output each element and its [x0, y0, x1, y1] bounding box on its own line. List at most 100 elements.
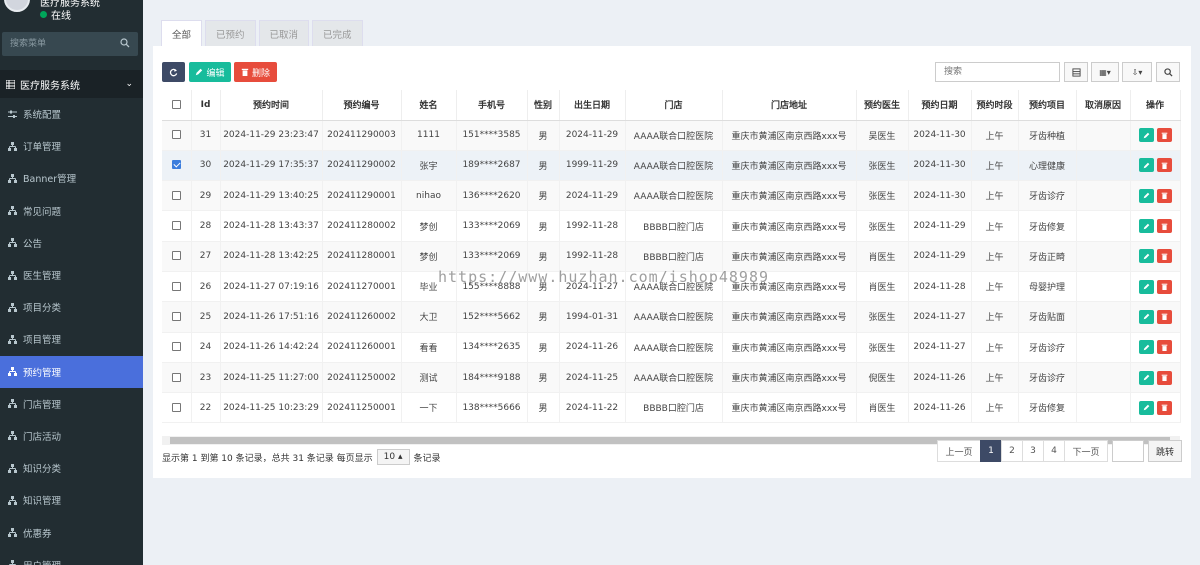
row-select-cell[interactable] [162, 271, 192, 303]
row-edit-button[interactable] [1138, 340, 1154, 355]
row-checkbox[interactable] [171, 372, 181, 382]
row-delete-button[interactable] [1156, 309, 1172, 324]
sidebar-item[interactable]: 系统配置 [0, 98, 143, 130]
sidebar-section-header[interactable]: 医疗服务系统 ⌄ [0, 70, 143, 98]
col-header[interactable]: 门店 [625, 90, 723, 121]
page-2-button[interactable]: 2 [1000, 440, 1023, 462]
table-row[interactable]: 23 2024-11-25 11:27:00 202411250002 测试 184**… [162, 362, 1181, 394]
row-checkbox[interactable] [171, 402, 181, 412]
search-icon[interactable] [120, 38, 130, 48]
row-select-cell[interactable] [162, 150, 192, 182]
row-checkbox[interactable] [171, 190, 181, 200]
table-row[interactable]: 27 2024-11-28 13:42:25 202411280001 梦创 133**… [162, 241, 1181, 272]
table-row[interactable]: 31 2024-11-29 23:23:47 202411290003 1111 151… [162, 120, 1181, 151]
row-checkbox[interactable] [171, 221, 181, 231]
prev-page-button[interactable]: 上一页 [936, 440, 981, 462]
select-all-cell[interactable] [162, 90, 192, 121]
row-edit-button[interactable] [1138, 188, 1154, 203]
toggle-view-button[interactable] [1064, 62, 1088, 82]
row-delete-button[interactable] [1156, 370, 1172, 385]
tab-all[interactable]: 全部 [161, 20, 203, 46]
tab-completed[interactable]: 已完成 [312, 20, 363, 46]
row-delete-button[interactable] [1156, 128, 1172, 143]
export-button[interactable]: ⇩▾ [1122, 62, 1152, 82]
row-edit-button[interactable] [1138, 370, 1154, 385]
row-delete-button[interactable] [1156, 158, 1172, 173]
row-edit-button[interactable] [1138, 128, 1154, 143]
edit-button[interactable]: 编辑 [189, 62, 231, 82]
sidebar-item[interactable]: 订单管理 [0, 130, 143, 162]
jump-page-input[interactable] [1111, 440, 1144, 462]
select-all-checkbox[interactable] [171, 99, 181, 109]
sidebar-item[interactable]: 门店管理 [0, 388, 143, 420]
col-header[interactable]: 预约日期 [908, 90, 972, 121]
col-header[interactable]: 预约项目 [1018, 90, 1077, 121]
col-header[interactable]: 姓名 [401, 90, 457, 121]
row-delete-button[interactable] [1156, 219, 1172, 234]
sidebar-item[interactable]: 常见问题 [0, 195, 143, 227]
table-row[interactable]: 29 2024-11-29 13:40:25 202411290001 nihao 13… [162, 180, 1181, 212]
table-row[interactable]: 24 2024-11-26 14:42:24 202411260001 看看 134**… [162, 332, 1181, 363]
table-row[interactable]: 30 2024-11-29 17:35:37 202411290002 张宇 189**… [162, 150, 1181, 182]
sidebar-search-input[interactable] [2, 32, 138, 56]
sidebar-item[interactable]: 用户管理 [0, 549, 143, 565]
row-checkbox[interactable] [171, 251, 181, 261]
row-checkbox[interactable] [171, 130, 181, 140]
row-select-cell[interactable] [162, 180, 192, 212]
table-row[interactable]: 26 2024-11-27 07:19:16 202411270001 毕业 155**… [162, 271, 1181, 303]
jump-button[interactable]: 跳转 [1147, 440, 1182, 462]
table-search-input[interactable] [935, 62, 1060, 82]
col-header[interactable]: 预约编号 [322, 90, 402, 121]
row-edit-button[interactable] [1138, 400, 1154, 415]
sidebar-item[interactable]: 知识分类 [0, 452, 143, 484]
col-header[interactable]: 出生日期 [559, 90, 626, 121]
row-select-cell[interactable] [162, 392, 192, 424]
tab-cancelled[interactable]: 已取消 [258, 20, 310, 46]
sidebar-item[interactable]: 项目分类 [0, 291, 143, 323]
row-delete-button[interactable] [1156, 188, 1172, 203]
search-toggle-button[interactable] [1156, 62, 1180, 82]
columns-button[interactable]: ▦▾ [1091, 62, 1119, 82]
page-3-button[interactable]: 3 [1021, 440, 1044, 462]
col-header[interactable]: 预约时间 [220, 90, 323, 121]
col-header[interactable]: 预约医生 [856, 90, 909, 121]
col-header[interactable]: 取消原因 [1076, 90, 1131, 121]
row-checkbox[interactable] [171, 311, 181, 321]
row-edit-button[interactable] [1138, 158, 1154, 173]
col-header[interactable]: 性别 [527, 90, 560, 121]
table-row[interactable]: 25 2024-11-26 17:51:16 202411260002 大卫 152**… [162, 301, 1181, 333]
row-checkbox[interactable] [171, 342, 181, 352]
row-select-cell[interactable] [162, 301, 192, 333]
col-header[interactable]: 门店地址 [722, 90, 857, 121]
row-delete-button[interactable] [1156, 279, 1172, 294]
col-header[interactable]: 预约时段 [971, 90, 1019, 121]
page-1-button[interactable]: 1 [979, 440, 1002, 462]
row-select-cell[interactable] [162, 210, 192, 242]
row-select-cell[interactable] [162, 362, 192, 394]
sidebar-item[interactable]: 公告 [0, 227, 143, 259]
row-edit-button[interactable] [1138, 309, 1154, 324]
row-edit-button[interactable] [1138, 279, 1154, 294]
page-4-button[interactable]: 4 [1042, 440, 1065, 462]
sidebar-item[interactable]: 优惠券 [0, 516, 143, 548]
sidebar-item[interactable]: Banner管理 [0, 162, 143, 194]
sidebar-item[interactable]: 项目管理 [0, 323, 143, 355]
table-row[interactable]: 28 2024-11-28 13:43:37 202411280002 梦创 133**… [162, 210, 1181, 242]
sidebar-item[interactable]: 门店活动 [0, 420, 143, 452]
refresh-button[interactable] [162, 62, 185, 82]
sidebar-item[interactable]: 医生管理 [0, 259, 143, 291]
row-edit-button[interactable] [1138, 249, 1154, 264]
delete-button[interactable]: 删除 [234, 62, 277, 82]
row-select-cell[interactable] [162, 120, 192, 151]
row-checkbox[interactable] [171, 160, 181, 170]
col-header[interactable]: 手机号 [456, 90, 528, 121]
row-select-cell[interactable] [162, 241, 192, 272]
sidebar-item[interactable]: 预约管理 [0, 355, 143, 388]
table-row[interactable]: 22 2024-11-25 10:23:29 202411250001 一下 138**… [162, 392, 1181, 424]
tab-booked[interactable]: 已预约 [205, 20, 256, 46]
page-size-dropdown[interactable]: 10 ▴ [376, 449, 410, 465]
col-header[interactable]: Id [191, 90, 221, 121]
row-select-cell[interactable] [162, 332, 192, 363]
row-delete-button[interactable] [1156, 249, 1172, 264]
row-delete-button[interactable] [1156, 400, 1172, 415]
